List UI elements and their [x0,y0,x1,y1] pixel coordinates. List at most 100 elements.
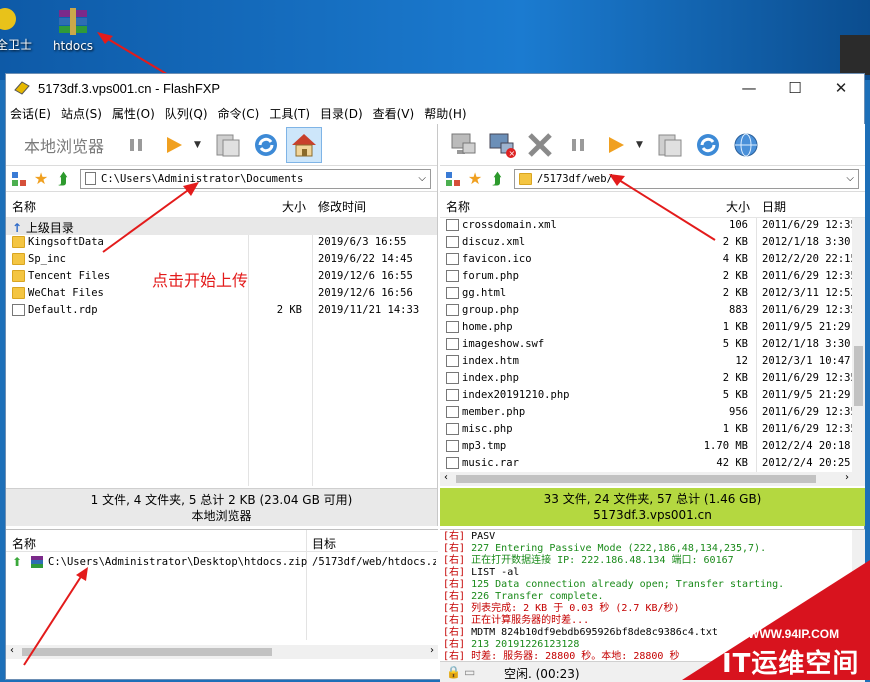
remote-file-row[interactable]: home.php 1 KB 2011/9/5 21:29 [440,320,865,337]
close-button[interactable]: ✕ [818,74,864,102]
remote-file-row[interactable]: music.rar 42 KB 2012/2/4 20:25 [440,456,865,472]
up-folder-icon[interactable]: ⮭ [54,169,72,188]
local-file-row[interactable]: Default.rdp 2 KB 2019/11/21 14:33 [6,303,437,320]
log-text: 226 Transfer complete. [471,591,604,602]
minimize-button[interactable]: — [726,74,772,102]
header-size[interactable]: 大小 [726,198,750,215]
remote-file-row[interactable]: index.php 2 KB 2011/6/29 12:35 [440,371,865,388]
transfer-dropdown-icon[interactable]: ▼ [636,140,646,150]
home-button[interactable] [286,126,323,163]
scroll-thumb[interactable] [854,346,863,406]
folder-icon [12,287,25,299]
header-size[interactable]: 大小 [282,198,306,215]
remote-file-row[interactable]: member.php 956 2011/6/29 12:35 [440,405,865,422]
desktop-icon-label: htdocs [52,39,94,53]
transfer-dropdown-icon[interactable]: ▼ [194,140,204,150]
local-file-row[interactable]: KingsoftData 2019/6/3 16:55 [6,235,437,252]
folder-compare-icon [658,134,682,156]
queue-header-name[interactable]: 名称 [12,535,36,552]
file-size: 1.70 MB [703,440,748,452]
connect-button[interactable] [446,127,482,163]
header-name[interactable]: 名称 [12,198,36,215]
file-size: 1 KB [722,321,748,333]
queue-header-target[interactable]: 目标 [312,535,336,552]
menu-help[interactable]: 帮助(H) [424,105,466,122]
file-date: 2012/3/1 10:47 [762,355,851,367]
disconnect-button[interactable]: × [484,127,520,163]
log-tag: [右] [443,615,466,626]
start-transfer-button[interactable] [156,127,192,163]
home-icon [292,133,317,156]
abort-button[interactable] [522,127,558,163]
remote-file-row[interactable]: gg.html 2 KB 2012/3/11 12:52 [440,286,865,303]
play-icon [167,136,183,153]
menu-directory[interactable]: 目录(D) [320,105,363,122]
scroll-thumb[interactable] [456,475,816,483]
remote-pause-button[interactable] [560,127,596,163]
refresh-button[interactable] [248,127,284,163]
remote-file-row[interactable]: misc.php 1 KB 2011/6/29 12:35 [440,422,865,439]
file-date: 2012/2/20 22:15 [762,253,857,265]
tree-view-icon[interactable] [10,170,28,188]
remote-file-row[interactable]: favicon.ico 4 KB 2012/2/20 22:15 [440,252,865,269]
queue-item-target: /5173df/web/htdocs.zi [312,556,436,568]
site-globe-button[interactable] [728,127,764,163]
file-size: 42 KB [716,457,748,469]
file-size: 2 KB [276,304,302,316]
menu-session[interactable]: 会话(E) [10,105,51,122]
log-text: PASV [471,531,496,542]
remote-file-list: crossdomain.xml 106 2011/6/29 12:35 discuz.… [440,218,865,472]
maximize-button[interactable]: ☐ [772,74,818,102]
star-icon[interactable]: ★ [466,169,484,188]
pause-button[interactable] [118,127,154,163]
remote-file-row[interactable]: forum.php 2 KB 2011/6/29 12:35 [440,269,865,286]
scroll-right-icon[interactable]: › [430,645,434,656]
header-name[interactable]: 名称 [446,198,470,215]
chevron-down-icon[interactable]: ⌵ [418,173,426,184]
remote-horizontal-scrollbar[interactable]: ‹ › [440,472,865,486]
remote-file-row[interactable]: mp3.tmp 1.70 MB 2012/2/4 20:18 [440,439,865,456]
menu-sites[interactable]: 站点(S) [61,105,102,122]
remote-refresh-button[interactable] [690,127,726,163]
title-bar: 5173df.3.vps001.cn - FlashFXP — ☐ ✕ [6,74,864,102]
desktop-icon-htdocs[interactable]: htdocs [44,8,102,53]
local-status-summary: 1 文件, 4 文件夹, 5 总计 2 KB (23.04 GB 可用) [90,493,353,507]
log-tag: [右] [443,639,466,650]
chevron-down-icon[interactable]: ⌵ [846,173,854,184]
remote-file-row[interactable]: imageshow.swf 5 KB 2012/1/18 3:30 [440,337,865,354]
up-directory-row[interactable]: ↑ 上级目录 [6,218,437,235]
file-size: 2 KB [722,372,748,384]
header-date[interactable]: 日期 [762,198,786,215]
abort-x-icon [528,132,552,157]
remote-file-row[interactable]: index.htm 12 2012/3/1 10:47 [440,354,865,371]
file-name: Tencent Files [28,270,111,282]
log-tag: [右] [443,555,466,566]
desktop-icon-security[interactable]: 全卫士 [0,8,34,53]
computer-disconnect-icon: × [489,133,516,158]
menu-options[interactable]: 属性(O) [112,105,155,122]
log-tag: [右] [443,579,466,590]
remote-vertical-scrollbar[interactable] [852,218,865,472]
file-size: 4 KB [722,253,748,265]
desktop-icon-label: 全卫士 [0,38,32,52]
remote-file-row[interactable]: group.php 883 2011/6/29 12:35 [440,303,865,320]
folder-icon [12,236,25,248]
compare-button[interactable] [210,127,246,163]
tree-view-icon[interactable] [444,170,462,188]
menu-view[interactable]: 查看(V) [373,105,415,122]
refresh-icon [255,133,278,156]
scroll-left-icon[interactable]: ‹ [10,645,14,656]
scroll-right-icon[interactable]: › [845,472,849,483]
file-date: 2011/9/5 21:29 [762,389,851,401]
menu-tools[interactable]: 工具(T) [269,105,310,122]
menu-commands[interactable]: 命令(C) [218,105,260,122]
remote-play-button[interactable] [598,127,634,163]
remote-compare-button[interactable] [652,127,688,163]
menu-queue[interactable]: 队列(Q) [165,105,208,122]
star-icon[interactable]: ★ [32,169,50,188]
remote-file-row[interactable]: index20191210.php 5 KB 2011/9/5 21:29 [440,388,865,405]
window-title: 5173df.3.vps001.cn - FlashFXP [38,80,221,96]
scroll-left-icon[interactable]: ‹ [444,472,448,483]
header-modified[interactable]: 修改时间 [318,198,366,215]
up-folder-icon[interactable]: ⮭ [488,169,506,188]
